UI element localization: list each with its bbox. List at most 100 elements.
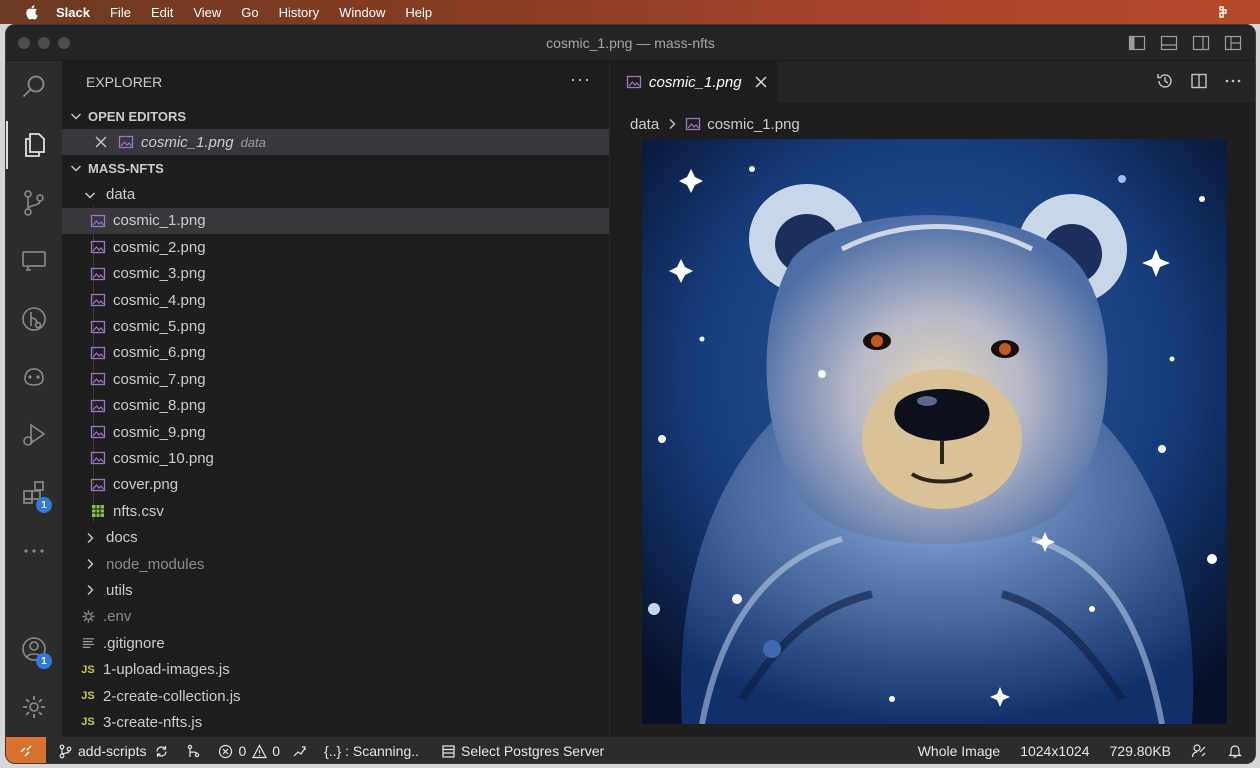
git-branch-icon xyxy=(59,744,72,758)
menu-window[interactable]: Window xyxy=(339,5,385,20)
problems-status[interactable]: 0 0 xyxy=(218,743,280,759)
apple-logo-icon[interactable] xyxy=(24,4,38,20)
menu-history[interactable]: History xyxy=(279,5,319,20)
file-name: cosmic_9.png xyxy=(113,423,206,441)
activity-account[interactable]: 1 xyxy=(6,625,62,673)
project-section[interactable]: MASS-NFTS xyxy=(62,155,609,181)
folder-item[interactable]: utils xyxy=(62,577,609,603)
menu-go[interactable]: Go xyxy=(241,5,258,20)
activity-source-control[interactable] xyxy=(6,179,62,227)
file-item[interactable]: cosmic_4.png xyxy=(62,287,609,313)
notifications-bell-icon[interactable] xyxy=(1227,743,1243,759)
feedback-icon[interactable] xyxy=(1191,743,1207,759)
folder-item[interactable]: docs xyxy=(62,524,609,550)
open-editors-section[interactable]: OPEN EDITORS xyxy=(62,103,609,129)
more-actions-icon[interactable] xyxy=(1223,71,1243,91)
folder-label: data xyxy=(106,186,136,204)
image-file-icon xyxy=(90,477,106,493)
toggle-panel-icon[interactable] xyxy=(1159,33,1179,53)
breadcrumb-folder[interactable]: data xyxy=(630,116,659,133)
menu-app-name[interactable]: Slack xyxy=(56,5,90,20)
file-item[interactable]: cosmic_2.png xyxy=(62,234,609,260)
activity-run-debug[interactable] xyxy=(6,411,62,459)
customize-layout-icon[interactable] xyxy=(1223,33,1243,53)
file-item[interactable]: cosmic_5.png xyxy=(62,313,609,339)
bear-artwork-image xyxy=(642,139,1227,724)
image-filesize: 729.80KB xyxy=(1109,743,1172,759)
image-file-icon xyxy=(90,371,106,387)
file-item[interactable]: .gitignore xyxy=(62,630,609,656)
menu-edit[interactable]: Edit xyxy=(151,5,173,20)
folder-item[interactable]: node_modules xyxy=(62,551,609,577)
image-file-icon xyxy=(685,116,701,132)
file-item[interactable]: cosmic_1.png xyxy=(62,207,609,235)
editor-area: cosmic_1.png data cosmic_1.png xyxy=(610,61,1255,737)
toggle-primary-sidebar-icon[interactable] xyxy=(1127,33,1147,53)
file-item[interactable]: cosmic_10.png xyxy=(62,445,609,471)
source-control-icon xyxy=(24,190,44,216)
file-item[interactable]: cosmic_9.png xyxy=(62,419,609,445)
account-badge: 1 xyxy=(36,653,52,669)
close-tab-icon[interactable] xyxy=(754,75,768,89)
timeline-history-icon[interactable] xyxy=(1155,71,1175,91)
file-item[interactable]: .env xyxy=(62,604,609,630)
tab-cosmic-1[interactable]: cosmic_1.png xyxy=(610,61,778,103)
image-file-icon xyxy=(90,345,106,361)
gitlens-status[interactable] xyxy=(186,744,206,759)
file-item[interactable]: cosmic_6.png xyxy=(62,340,609,366)
file-item[interactable]: cosmic_8.png xyxy=(62,393,609,419)
folder-list: docs node_modules utils xyxy=(62,524,609,603)
file-name: cosmic_7.png xyxy=(113,370,206,388)
git-branch[interactable]: add-scripts xyxy=(58,743,174,759)
file-item[interactable]: cosmic_7.png xyxy=(62,366,609,392)
file-item[interactable]: JS 3-create-nfts.js xyxy=(62,709,609,735)
editor-tab-bar: cosmic_1.png xyxy=(610,61,1255,103)
file-item[interactable]: JS 1-upload-images.js xyxy=(62,656,609,682)
live-share-status[interactable] xyxy=(292,744,312,759)
explorer-sidebar: EXPLORER ··· OPEN EDITORS cosmic_1.png d… xyxy=(62,61,610,737)
file-name: cosmic_8.png xyxy=(113,397,206,415)
close-editor-icon[interactable] xyxy=(94,135,108,149)
explorer-more-actions-icon[interactable]: ··· xyxy=(570,69,591,90)
activity-copilot[interactable] xyxy=(6,353,62,401)
scanning-status[interactable]: {..} : Scanning.. xyxy=(324,743,419,759)
image-zoom[interactable]: Whole Image xyxy=(918,743,1000,759)
menu-help[interactable]: Help xyxy=(405,5,432,20)
activity-more[interactable] xyxy=(6,527,62,575)
search-icon xyxy=(22,75,45,98)
breadcrumb-file[interactable]: cosmic_1.png xyxy=(707,116,800,133)
file-item[interactable]: cosmic_3.png xyxy=(62,261,609,287)
gitlens-status-icon xyxy=(188,744,200,757)
warning-count: 0 xyxy=(272,743,281,759)
file-item[interactable]: cover.png xyxy=(62,472,609,498)
error-icon xyxy=(219,744,233,758)
chevron-down-icon xyxy=(85,192,95,199)
activity-remote-explorer[interactable] xyxy=(6,237,62,285)
chevron-right-icon xyxy=(669,119,676,129)
file-name: cosmic_2.png xyxy=(113,238,206,256)
remote-indicator[interactable] xyxy=(6,737,46,763)
file-name: .env xyxy=(103,608,132,626)
open-editor-item[interactable]: cosmic_1.png data xyxy=(62,129,609,156)
status-menu-icon[interactable] xyxy=(1216,4,1230,20)
activity-settings[interactable] xyxy=(6,683,62,731)
csv-file-icon xyxy=(90,503,106,519)
file-item[interactable]: JS 2-create-collection.js xyxy=(62,683,609,709)
sync-icon[interactable] xyxy=(154,744,169,759)
menu-view[interactable]: View xyxy=(193,5,221,20)
image-preview[interactable] xyxy=(642,139,1227,724)
file-item[interactable]: nfts.csv xyxy=(62,498,609,524)
folder-data[interactable]: data xyxy=(62,181,609,207)
activity-search[interactable] xyxy=(6,63,62,111)
activity-extensions[interactable]: 1 xyxy=(6,469,62,517)
chevron-down-icon xyxy=(71,165,81,172)
split-editor-icon[interactable] xyxy=(1189,71,1209,91)
activity-explorer[interactable] xyxy=(6,121,62,169)
explorer-title: EXPLORER xyxy=(86,74,163,90)
postgres-status[interactable]: Select Postgres Server xyxy=(441,743,604,759)
explorer-icon xyxy=(25,133,45,157)
toggle-secondary-sidebar-icon[interactable] xyxy=(1191,33,1211,53)
activity-gitlens[interactable] xyxy=(6,295,62,343)
menu-file[interactable]: File xyxy=(110,5,131,20)
activity-bar: 1 1 xyxy=(6,61,62,737)
